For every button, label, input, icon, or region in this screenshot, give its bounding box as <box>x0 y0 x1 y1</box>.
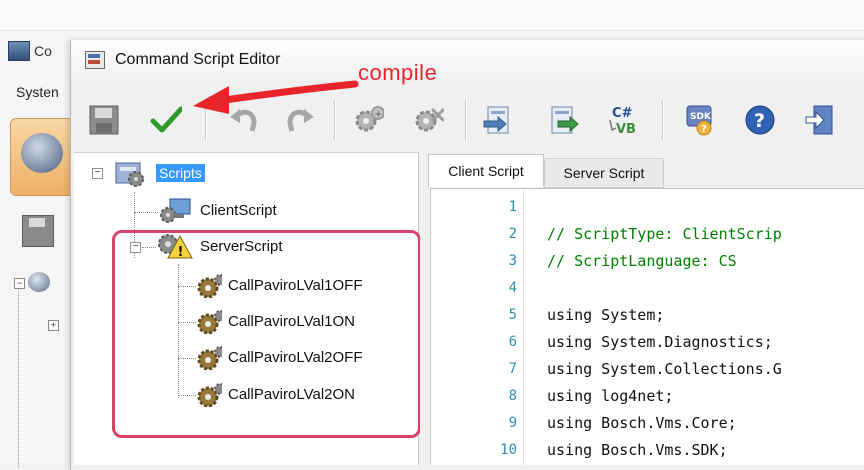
scripts-folder-icon <box>115 162 144 187</box>
code-editor-panel: Client Script Server Script 1 2 3 4 5 6 … <box>420 152 864 465</box>
background-tree-expander-2[interactable]: + <box>48 320 59 331</box>
line-number: 1 <box>508 199 517 215</box>
import-icon <box>483 106 509 134</box>
svg-text:+: + <box>374 109 382 120</box>
tab-client-script[interactable]: Client Script <box>428 154 544 187</box>
help-question-mark: ? <box>754 110 765 132</box>
exit-icon <box>805 105 833 135</box>
compile-annotation-arrow <box>193 80 359 114</box>
code-line: // ScriptLanguage: CS <box>547 252 737 270</box>
background-app-icon <box>8 41 30 61</box>
tab-server-script[interactable]: Server Script <box>544 158 664 188</box>
code-line: using System; <box>547 306 665 324</box>
line-number: 3 <box>508 253 517 269</box>
remove-script-gear-icon <box>415 107 444 132</box>
sdk-text: SDK <box>690 112 712 122</box>
line-number-gutter: 1 2 3 4 5 6 7 8 9 10 <box>459 189 524 465</box>
line-number: 9 <box>508 415 517 431</box>
line-number: 2 <box>508 226 517 242</box>
help-icon: ? <box>745 105 775 135</box>
tree-expander-scripts[interactable]: − <box>92 168 103 179</box>
compile-checkmark-icon <box>150 106 182 133</box>
tree-label-scripts: Scripts <box>156 164 205 182</box>
code-line: using System.Diagnostics; <box>547 333 773 351</box>
editor-app-icon <box>85 51 105 69</box>
line-number: 6 <box>508 334 517 350</box>
help-button[interactable]: ? <box>744 104 776 136</box>
code-text-area[interactable]: 1 2 3 4 5 6 7 8 9 10 // ScriptType: Clie… <box>430 188 864 465</box>
serverscript-highlight-box <box>112 230 421 438</box>
background-device-icon[interactable] <box>10 118 74 196</box>
csharp-text: C# <box>612 106 633 121</box>
save-icon <box>89 105 119 135</box>
sdk-help-icon: SDK ? <box>686 105 712 136</box>
save-button[interactable] <box>88 104 120 136</box>
background-save-icon[interactable] <box>22 215 54 247</box>
background-title-text: Co <box>34 43 52 59</box>
background-window-title: Co <box>8 40 52 62</box>
line-number: 8 <box>508 388 517 404</box>
export-button[interactable] <box>548 104 580 136</box>
background-tree-node-icon <box>28 272 50 292</box>
client-script-computer-icon <box>160 198 191 223</box>
code-line: // ScriptType: ClientScrip <box>547 225 782 243</box>
vb-text: VB <box>616 122 636 137</box>
exit-button[interactable] <box>804 104 836 136</box>
csharp-vb-icon: C# VB <box>609 106 636 137</box>
language-switch-button[interactable]: C# VB <box>608 102 648 138</box>
import-button[interactable] <box>482 104 514 136</box>
code-line: using log4net; <box>547 387 674 405</box>
export-icon <box>551 106 579 134</box>
background-menu-system[interactable]: Systen <box>16 84 59 100</box>
tree-node-scripts[interactable]: Scripts <box>112 160 205 187</box>
svg-text:?: ? <box>701 124 707 135</box>
compile-button[interactable] <box>150 104 182 136</box>
code-line: using Bosch.Vms.Core; <box>547 414 737 432</box>
code-line: using Bosch.Vms.SDK; <box>547 441 728 459</box>
line-number: 7 <box>508 361 517 377</box>
tree-node-clientscript[interactable]: ClientScript <box>158 197 277 223</box>
line-number: 4 <box>508 280 517 296</box>
line-number: 10 <box>500 442 517 458</box>
background-top-strip <box>0 0 864 31</box>
code-line: using System.Collections.G <box>547 360 782 378</box>
compile-annotation-label: compile <box>358 60 438 85</box>
window-title: Command Script Editor <box>115 51 281 68</box>
remove-script-button[interactable] <box>412 104 444 136</box>
tree-label-clientscript: ClientScript <box>200 201 277 219</box>
line-number: 5 <box>508 307 517 323</box>
sdk-help-button[interactable]: SDK ? <box>684 104 716 136</box>
